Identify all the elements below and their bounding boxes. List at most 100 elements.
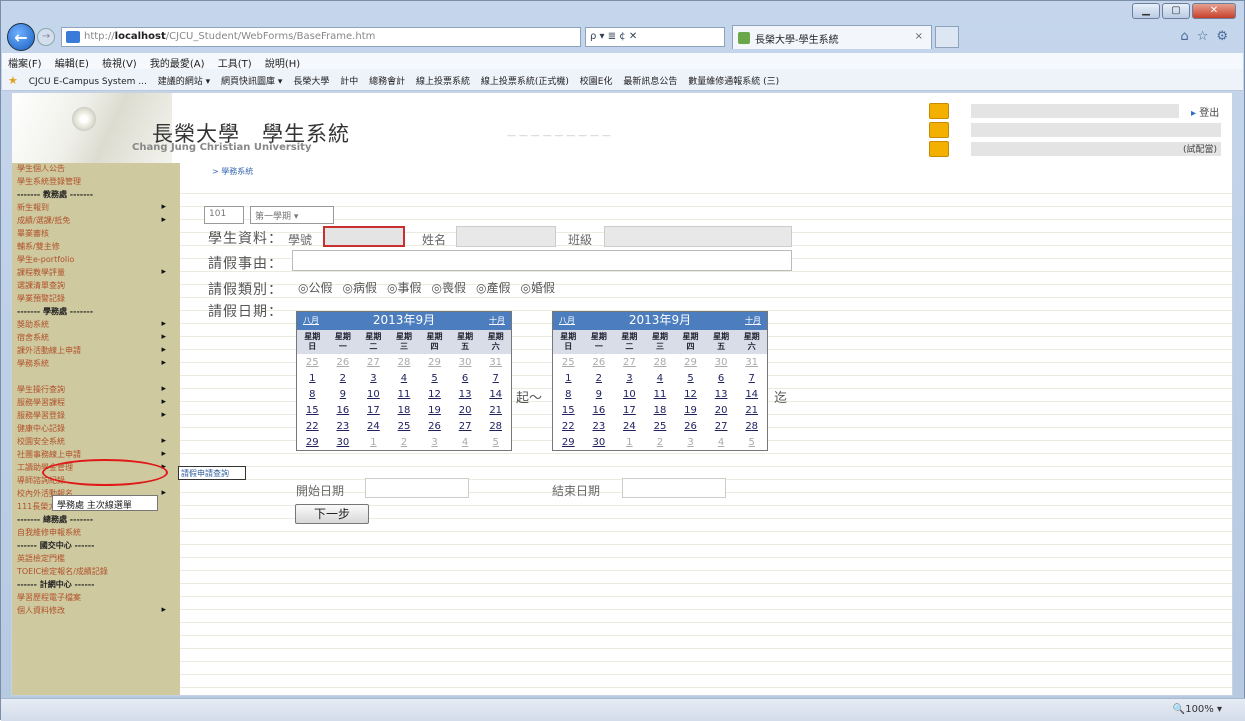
sidebar-item[interactable]: 健康中心記錄 <box>12 423 180 436</box>
calendar-day[interactable]: 27 <box>358 354 389 370</box>
start-date-input[interactable] <box>365 478 469 498</box>
calendar-day[interactable]: 5 <box>480 434 511 450</box>
calendar-day[interactable]: 17 <box>614 402 645 418</box>
fav-link[interactable]: 線上投票系統 <box>416 77 470 87</box>
calendar-day[interactable]: 9 <box>584 386 615 402</box>
calendar-day[interactable]: 25 <box>297 354 328 370</box>
calendar-day[interactable]: 3 <box>358 370 389 386</box>
sidebar-item[interactable]: 新生報到 ▸ <box>12 202 180 215</box>
calendar-day[interactable]: 25 <box>645 418 676 434</box>
fav-link[interactable]: 計中 <box>340 77 358 87</box>
fav-link[interactable]: 校園E化 <box>580 77 613 87</box>
sidebar-item[interactable]: 個人資料修改 ▸ <box>12 605 180 618</box>
calendar-day[interactable]: 5 <box>675 370 706 386</box>
new-tab-button[interactable] <box>935 26 959 48</box>
address-bar[interactable]: http://localhost/CJCU_Student/WebForms/B… <box>61 27 581 47</box>
sidebar-item[interactable]: 服務學習登錄 ▸ <box>12 410 180 423</box>
calendar-day[interactable]: 17 <box>358 402 389 418</box>
calendar-day[interactable]: 18 <box>389 402 420 418</box>
calendar-day[interactable]: 1 <box>358 434 389 450</box>
calendar-day[interactable]: 2 <box>389 434 420 450</box>
calendar-day[interactable]: 7 <box>480 370 511 386</box>
fav-link[interactable]: 建議的網站 ▾ <box>158 77 210 87</box>
calendar-day[interactable]: 11 <box>389 386 420 402</box>
prev-month-link[interactable]: 八月 <box>559 312 575 329</box>
sidebar-item[interactable]: 成績/選課/抵免 ▸ <box>12 215 180 228</box>
fav-link[interactable]: 最新訊息公告 <box>623 77 677 87</box>
calendar-day[interactable]: 2 <box>584 370 615 386</box>
class-field[interactable] <box>604 226 792 247</box>
sidebar-item[interactable]: 服務學習課程 ▸ <box>12 397 180 410</box>
radio-funeral[interactable]: ◎喪假 <box>432 279 467 296</box>
sidebar-item[interactable]: 學生個人公告 <box>12 163 180 176</box>
radio-official[interactable]: ◎公假 <box>298 279 333 296</box>
sidebar-item[interactable] <box>12 371 180 384</box>
calendar-day[interactable]: 26 <box>419 418 450 434</box>
calendar-day[interactable]: 29 <box>553 434 584 450</box>
calendar-day[interactable]: 19 <box>419 402 450 418</box>
calendar-day[interactable]: 28 <box>480 418 511 434</box>
calendar-day[interactable]: 30 <box>706 354 737 370</box>
favorites-star-icon[interactable]: ☆ <box>1197 29 1209 44</box>
radio-maternity[interactable]: ◎產假 <box>476 279 511 296</box>
forward-icon[interactable]: → <box>37 28 55 46</box>
sidebar-item[interactable]: 自我維修申報系統 <box>12 527 180 540</box>
next-month-link[interactable]: 十月 <box>745 312 761 329</box>
calendar-day[interactable]: 15 <box>297 402 328 418</box>
calendar-day[interactable]: 24 <box>358 418 389 434</box>
calendar-day[interactable]: 4 <box>389 370 420 386</box>
calendar-day[interactable]: 31 <box>480 354 511 370</box>
calendar-day[interactable]: 15 <box>553 402 584 418</box>
calendar-day[interactable]: 29 <box>675 354 706 370</box>
sidebar-item[interactable]: 校園安全系統 ▸ <box>12 436 180 449</box>
calendar-day[interactable]: 13 <box>706 386 737 402</box>
calendar-day[interactable]: 8 <box>297 386 328 402</box>
calendar-day[interactable]: 8 <box>553 386 584 402</box>
sidebar-item[interactable]: 學生e-portfolio <box>12 254 180 267</box>
student-id-field[interactable] <box>323 226 405 247</box>
calendar-day[interactable]: 6 <box>706 370 737 386</box>
calendar-day[interactable]: 18 <box>645 402 676 418</box>
minimize-button[interactable]: ▁ <box>1132 3 1160 19</box>
sidebar-item[interactable]: 學業預警記錄 <box>12 293 180 306</box>
fav-link[interactable]: 網頁快訊圖庫 ▾ <box>221 77 282 87</box>
home-icon[interactable]: ⌂ <box>1180 29 1188 44</box>
calendar-day[interactable]: 19 <box>675 402 706 418</box>
calendar-day[interactable]: 26 <box>675 418 706 434</box>
sidebar-item[interactable]: 學生操行查詢 ▸ <box>12 384 180 397</box>
calendar-day[interactable]: 30 <box>328 434 359 450</box>
calendar-day[interactable]: 2 <box>328 370 359 386</box>
calendar-day[interactable]: 6 <box>450 370 481 386</box>
sidebar-item[interactable]: 宿舍系統 ▸ <box>12 332 180 345</box>
end-date-input[interactable] <box>622 478 726 498</box>
calendar-day[interactable]: 28 <box>645 354 676 370</box>
next-step-button[interactable]: 下一步 <box>295 504 369 524</box>
settings-gear-icon[interactable]: ⚙ <box>1216 29 1228 44</box>
sidebar-item[interactable]: 輔系/雙主修 <box>12 241 180 254</box>
calendar-day[interactable]: 3 <box>675 434 706 450</box>
calendar-day[interactable]: 23 <box>328 418 359 434</box>
calendar-day[interactable]: 12 <box>419 386 450 402</box>
reason-input[interactable] <box>292 250 792 271</box>
fav-link[interactable]: 總務會計 <box>369 77 405 87</box>
calendar-day[interactable]: 7 <box>736 370 767 386</box>
calendar-day[interactable]: 1 <box>553 370 584 386</box>
sidebar-item[interactable]: 課程教學評量 ▸ <box>12 267 180 280</box>
calendar-day[interactable]: 30 <box>584 434 615 450</box>
calendar-day[interactable]: 29 <box>297 434 328 450</box>
fav-link[interactable]: 數量維修通報系統 (三) <box>688 77 779 87</box>
calendar-day[interactable]: 5 <box>736 434 767 450</box>
calendar-day[interactable]: 22 <box>553 418 584 434</box>
radio-personal[interactable]: ◎事假 <box>387 279 422 296</box>
calendar-day[interactable]: 1 <box>614 434 645 450</box>
radio-sick[interactable]: ◎病假 <box>343 279 378 296</box>
close-button[interactable]: ✕ <box>1192 3 1236 19</box>
calendar-day[interactable]: 25 <box>389 418 420 434</box>
calendar-day[interactable]: 21 <box>480 402 511 418</box>
sidebar-item[interactable]: 畢業審核 <box>12 228 180 241</box>
tab-close-icon[interactable]: × <box>915 31 923 42</box>
calendar-day[interactable]: 10 <box>358 386 389 402</box>
sidebar-item[interactable]: 英語檢定門檻 <box>12 553 180 566</box>
calendar-day[interactable]: 5 <box>419 370 450 386</box>
calendar-day[interactable]: 23 <box>584 418 615 434</box>
